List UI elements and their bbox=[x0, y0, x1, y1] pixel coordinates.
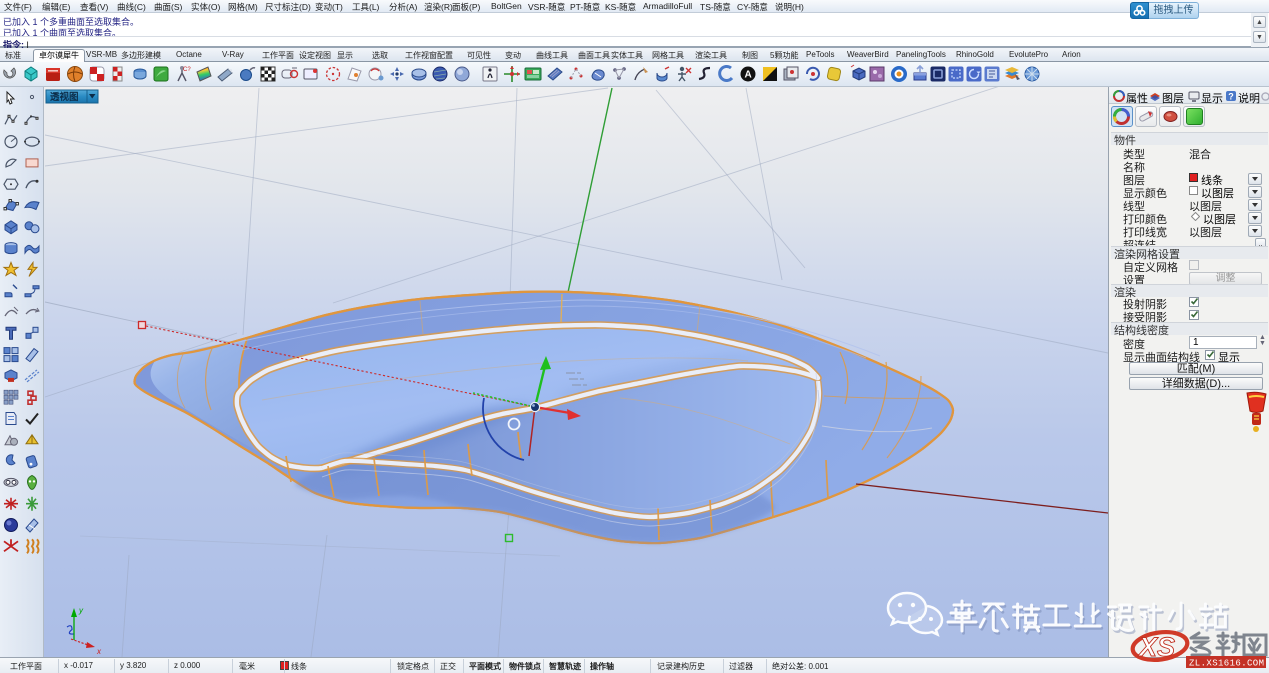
svg-text:A: A bbox=[745, 70, 752, 81]
svg-text:C?: C? bbox=[183, 67, 191, 73]
svg-text:ZL.XS1616.COM: ZL.XS1616.COM bbox=[1189, 659, 1264, 669]
svg-text:XS: XS bbox=[1137, 632, 1175, 662]
svg-text:?: ? bbox=[1228, 92, 1234, 102]
svg-text:透视图: 透视图 bbox=[50, 91, 79, 103]
